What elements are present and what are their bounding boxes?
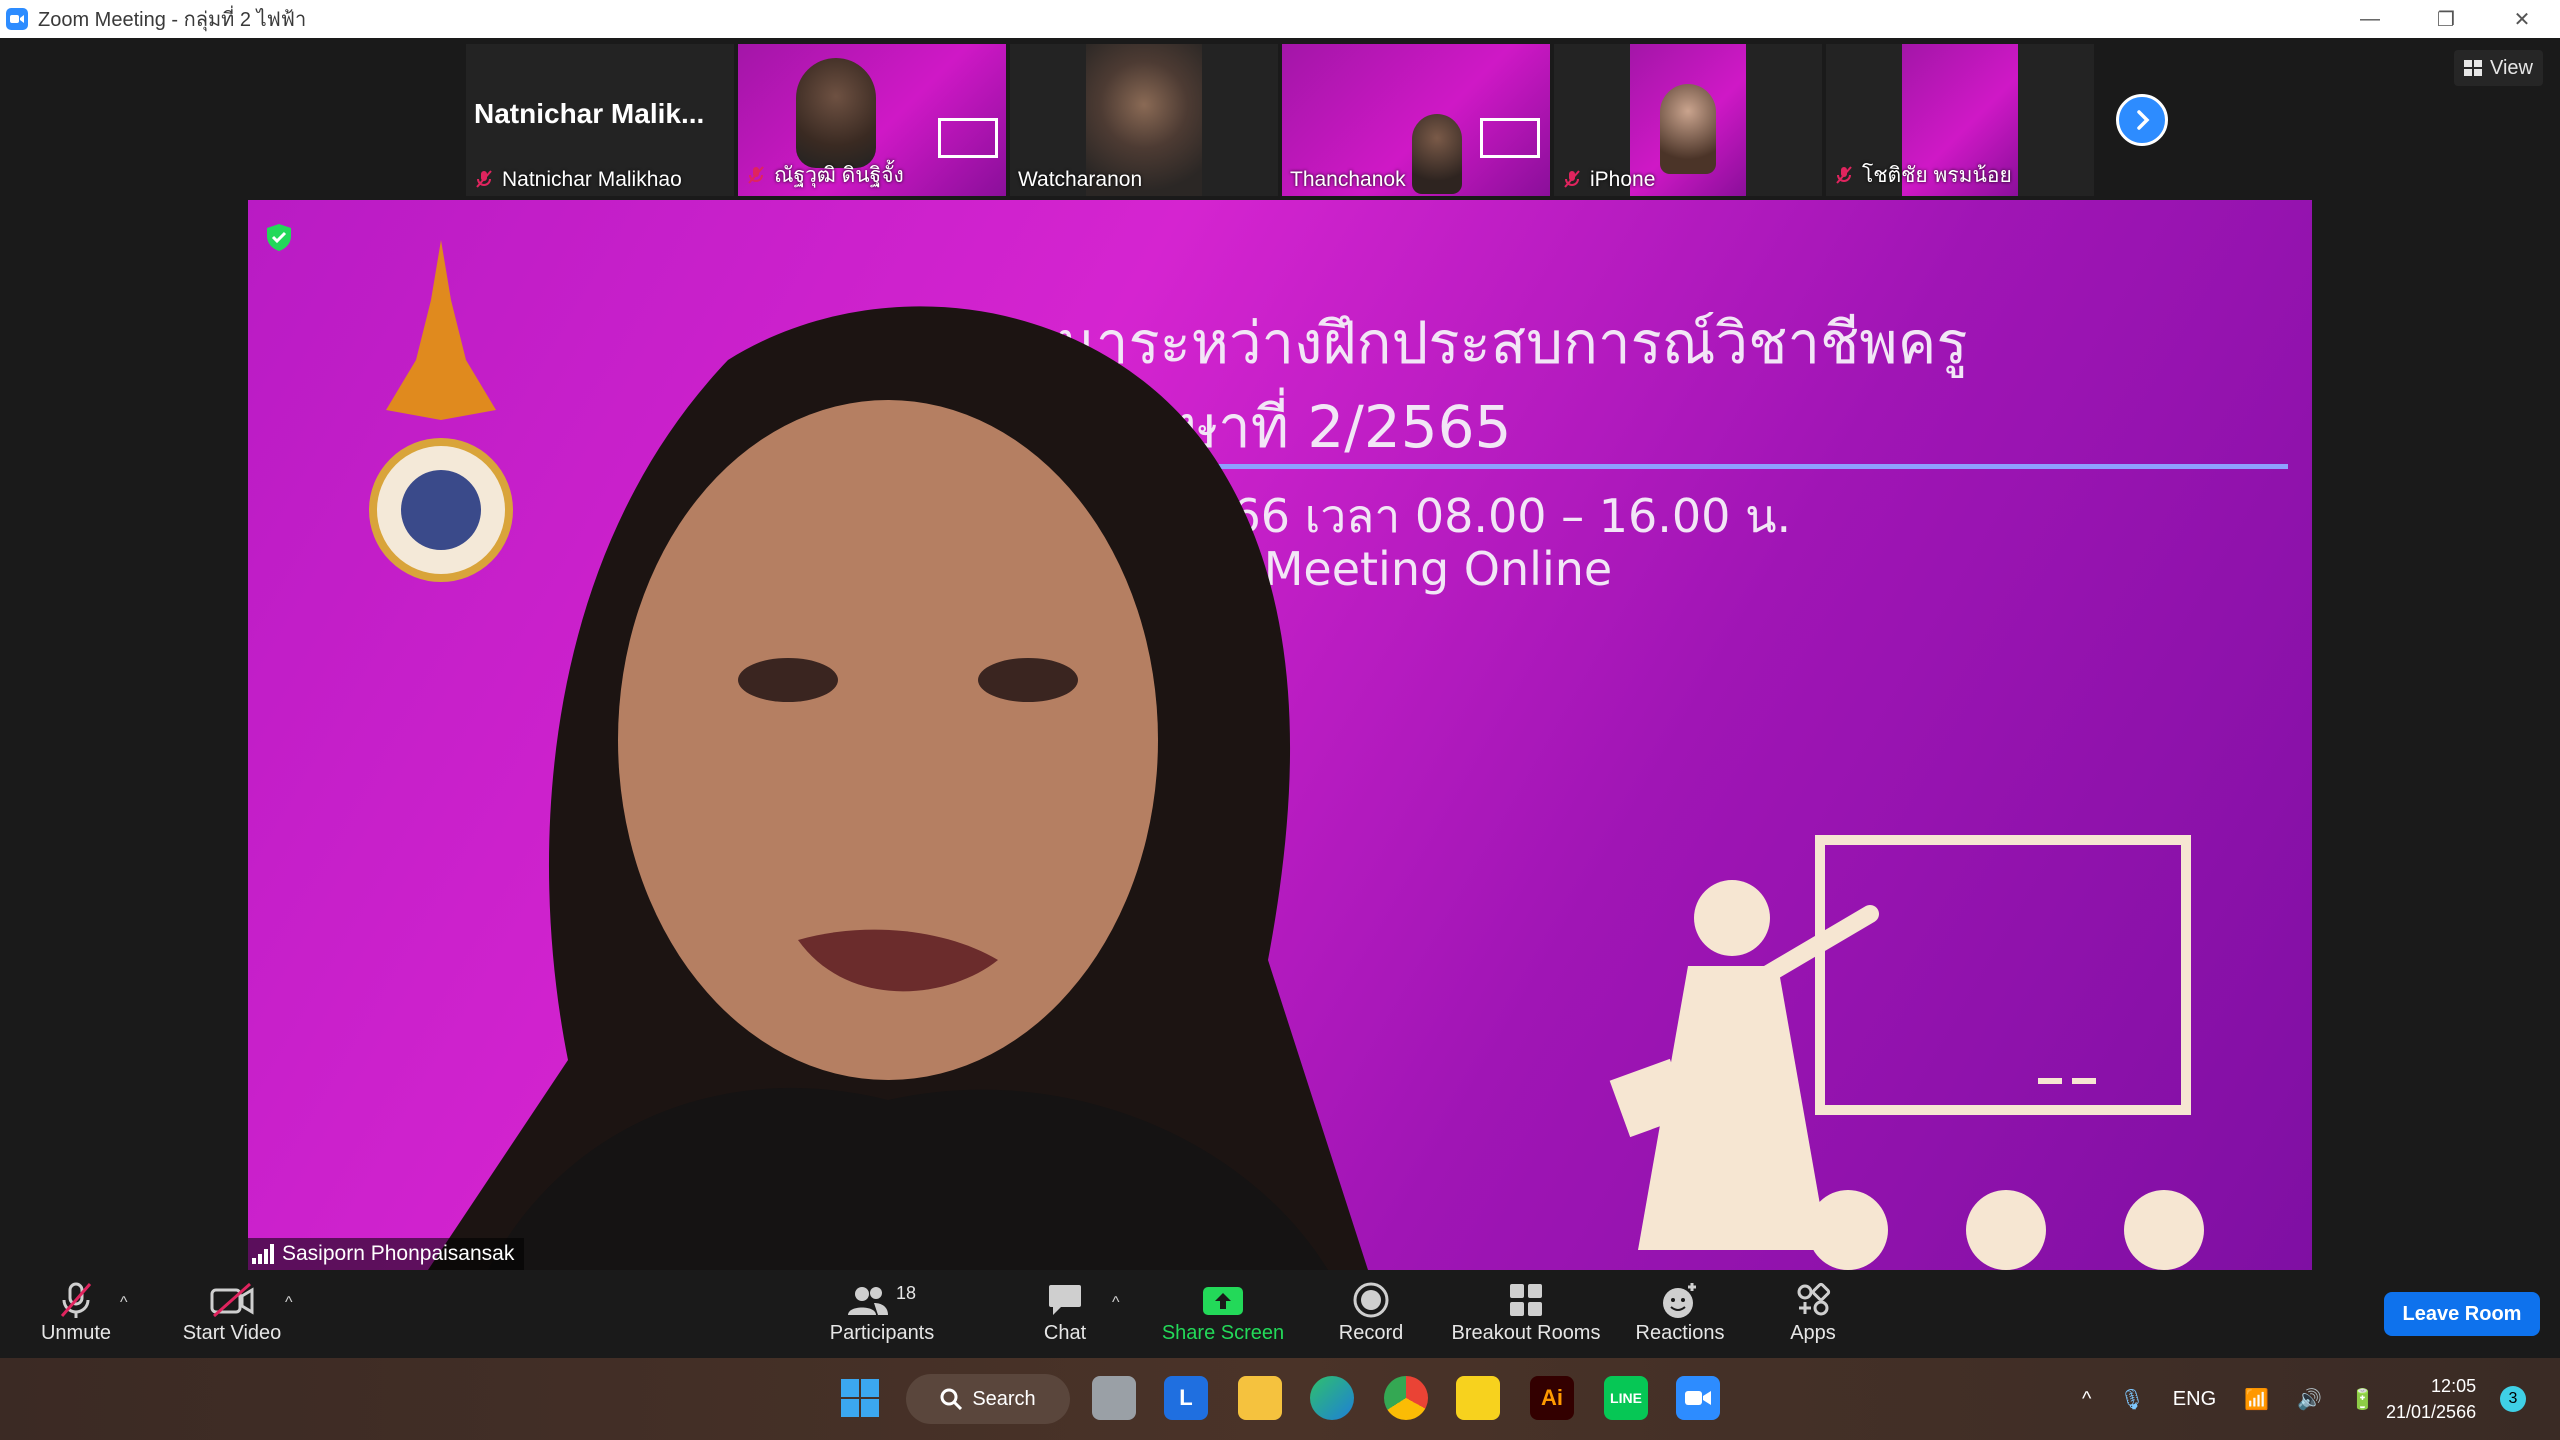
mic-muted-icon xyxy=(1562,169,1584,191)
zoom-taskbar-icon[interactable] xyxy=(1676,1376,1720,1420)
system-clock[interactable]: 12:05 21/01/2566 xyxy=(2386,1358,2476,1440)
search-label: Search xyxy=(972,1387,1036,1410)
record-button[interactable]: Record xyxy=(1334,1278,1408,1354)
apps-icon xyxy=(1797,1282,1831,1316)
speaker-name: Sasiporn Phonpaisansak xyxy=(282,1242,515,1265)
apps-button[interactable]: Apps xyxy=(1782,1278,1844,1354)
battery-icon[interactable]: 🔋 xyxy=(2350,1387,2375,1412)
participant-header-name: Natnichar Malik... xyxy=(474,98,705,129)
unmute-button[interactable]: Unmute xyxy=(30,1278,122,1354)
chat-icon xyxy=(1049,1285,1081,1315)
participants-label: Participants xyxy=(829,1322,935,1344)
teacher-illustration xyxy=(1609,835,2204,1270)
participant-tile[interactable]: Thanchanok xyxy=(1282,44,1550,196)
participants-count: 18 xyxy=(895,1282,917,1303)
participant-name: ณัฐวุฒิ ดินฐิจั้ง xyxy=(774,164,904,187)
restore-button[interactable]: ❐ xyxy=(2408,0,2484,38)
audio-options-caret-icon[interactable]: ^ xyxy=(120,1294,128,1312)
clock-time: 12:05 xyxy=(2431,1376,2477,1396)
participants-button[interactable]: 18 Participants xyxy=(824,1278,940,1354)
file-explorer-icon[interactable] xyxy=(1238,1376,1282,1420)
view-button[interactable]: View xyxy=(2454,50,2543,86)
close-button[interactable]: ✕ xyxy=(2484,0,2560,38)
grid-view-icon xyxy=(2464,60,2482,76)
video-options-caret-icon[interactable]: ^ xyxy=(285,1294,293,1312)
window-title: Zoom Meeting - กลุ่มที่ 2 ไฟฟ้า xyxy=(38,9,307,31)
active-speaker-video: มนาระหว่างฝึกประสบการณ์วิชาชีพครู ศึกษาท… xyxy=(248,200,2312,1270)
participant-name: Natnichar Malikhao xyxy=(502,168,682,191)
next-page-button[interactable] xyxy=(2116,94,2168,146)
mic-muted-icon xyxy=(746,165,768,187)
start-video-label: Start Video xyxy=(182,1322,282,1344)
speaker-figure xyxy=(428,306,1368,1270)
edge-browser-icon[interactable] xyxy=(1310,1376,1354,1420)
unmute-label: Unmute xyxy=(40,1322,112,1344)
mic-muted-icon xyxy=(474,169,496,191)
participant-name: Watcharanon xyxy=(1018,168,1143,191)
start-video-button[interactable]: Start Video xyxy=(176,1278,288,1354)
tray-overflow-chevron-icon[interactable]: ^ xyxy=(2082,1388,2091,1411)
notification-badge[interactable]: 3 xyxy=(2500,1386,2526,1412)
search-icon xyxy=(940,1388,963,1410)
mic-muted-icon xyxy=(1834,165,1856,187)
participant-name: Thanchanok xyxy=(1290,168,1406,191)
participant-tile[interactable]: iPhone xyxy=(1554,44,1822,196)
clock-date: 21/01/2566 xyxy=(2386,1402,2477,1422)
share-screen-label: Share Screen xyxy=(1161,1322,1285,1344)
windows-start-icon[interactable] xyxy=(838,1376,882,1420)
video-off-icon xyxy=(210,1282,254,1318)
reactions-label: Reactions xyxy=(1635,1322,1725,1344)
mic-off-icon xyxy=(60,1282,92,1318)
apps-label: Apps xyxy=(1790,1322,1836,1344)
participant-name: iPhone xyxy=(1590,168,1656,191)
chat-options-caret-icon[interactable]: ^ xyxy=(1112,1294,1120,1312)
participant-tile[interactable]: โชติชัย พรมน้อย xyxy=(1826,44,2094,196)
breakout-rooms-button[interactable]: Breakout Rooms xyxy=(1450,1278,1602,1354)
participants-icon xyxy=(847,1287,888,1315)
reactions-button[interactable]: Reactions xyxy=(1634,1278,1726,1354)
chat-label: Chat xyxy=(1043,1322,1087,1344)
view-label: View xyxy=(2490,56,2533,79)
chat-button[interactable]: Chat xyxy=(1030,1278,1100,1354)
breakout-rooms-label: Breakout Rooms xyxy=(1451,1322,1601,1344)
leave-room-button[interactable]: Leave Room xyxy=(2384,1292,2540,1336)
illustrator-icon[interactable]: Ai xyxy=(1530,1376,1574,1420)
participant-tile[interactable]: ณัฐวุฒิ ดินฐิจั้ง xyxy=(738,44,1006,196)
windows-taskbar: Search L Ai LINE ^ 🎙 ENG 📶 🔊 🔋 12:05 21/… xyxy=(0,1358,2560,1440)
volume-icon[interactable]: 🔊 xyxy=(2297,1387,2322,1412)
participant-tile[interactable]: Natnichar Malik... Natnichar Malikhao xyxy=(466,44,734,196)
chevron-right-icon xyxy=(2137,110,2150,130)
signal-strength-icon xyxy=(252,1244,274,1264)
meeting-toolbar: Unmute ^ Start Video ^ 18 Participants C… xyxy=(0,1270,2560,1358)
participant-tile[interactable]: Watcharanon xyxy=(1010,44,1278,196)
app-l-icon[interactable]: L xyxy=(1164,1376,1208,1420)
reactions-icon xyxy=(1663,1283,1696,1318)
breakout-rooms-icon xyxy=(1510,1284,1542,1316)
wifi-icon[interactable]: 📶 xyxy=(2244,1387,2269,1412)
share-screen-icon xyxy=(1203,1287,1243,1315)
microphone-tray-icon[interactable]: 🎙 xyxy=(2119,1387,2144,1412)
language-indicator[interactable]: ENG xyxy=(2173,1388,2216,1411)
speaker-name-badge: Sasiporn Phonpaisansak xyxy=(248,1238,525,1270)
window-title-bar: Zoom Meeting - กลุ่มที่ 2 ไฟฟ้า — ❐ ✕ xyxy=(0,0,2560,38)
encryption-shield-icon xyxy=(267,224,291,251)
minimize-button[interactable]: — xyxy=(2332,0,2408,38)
participant-name: โชติชัย พรมน้อย xyxy=(1862,164,2012,187)
sticky-notes-icon[interactable] xyxy=(1456,1376,1500,1420)
record-label: Record xyxy=(1338,1322,1404,1344)
task-view-icon[interactable] xyxy=(1092,1376,1136,1420)
taskbar-search[interactable]: Search xyxy=(906,1374,1070,1424)
record-icon xyxy=(1353,1282,1389,1318)
chrome-browser-icon[interactable] xyxy=(1384,1376,1428,1420)
share-screen-button[interactable]: Share Screen xyxy=(1160,1278,1286,1354)
line-app-icon[interactable]: LINE xyxy=(1604,1376,1648,1420)
zoom-app-icon xyxy=(6,8,28,30)
